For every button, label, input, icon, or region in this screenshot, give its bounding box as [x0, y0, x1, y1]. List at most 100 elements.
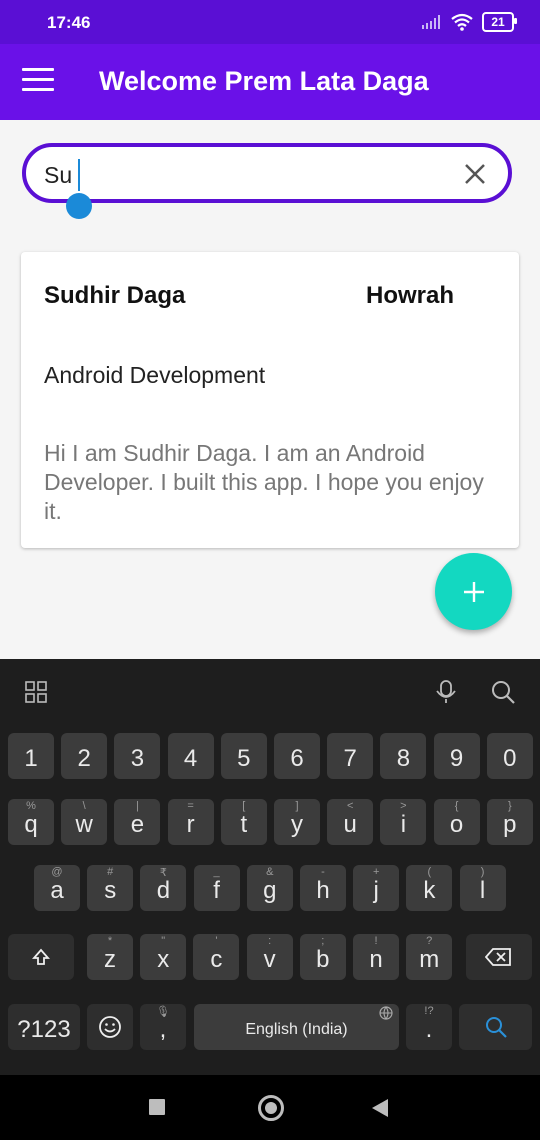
key-j[interactable]: + j: [353, 865, 400, 911]
key-label: h: [316, 877, 330, 904]
key-5[interactable]: 5: [220, 733, 267, 779]
close-icon[interactable]: [464, 163, 486, 185]
status-bar: 17:46 21: [0, 0, 540, 44]
key-b[interactable]: ; b: [299, 934, 346, 980]
card-name: Sudhir Daga: [44, 282, 186, 309]
key-4[interactable]: 4: [167, 733, 214, 779]
key-label: d: [156, 877, 171, 904]
key-i[interactable]: > i: [380, 799, 427, 845]
status-icons: 21: [422, 12, 517, 32]
battery-level: 21: [491, 15, 505, 29]
battery-icon: 21: [482, 12, 517, 32]
backspace-icon: [485, 948, 511, 966]
key-label: c: [210, 946, 223, 973]
cursor-handle[interactable]: [66, 193, 92, 219]
key-label: e: [130, 811, 145, 838]
page-title: Welcome Prem Lata Daga: [99, 66, 429, 96]
emoji-icon: [99, 1016, 121, 1038]
key-label: g: [263, 877, 277, 904]
key-label: 5: [237, 745, 251, 772]
key-label: x: [157, 946, 170, 973]
key-label: u: [343, 811, 357, 838]
key-label: f: [213, 877, 220, 904]
key-a[interactable]: @ a: [34, 865, 80, 911]
add-button[interactable]: [435, 553, 512, 630]
status-time: 17:46: [47, 13, 91, 32]
key-9[interactable]: 9: [433, 733, 480, 779]
space-key[interactable]: English (India): [194, 1004, 399, 1050]
key-r[interactable]: = r: [167, 799, 214, 845]
search-icon: [485, 1017, 507, 1038]
key-label: 7: [343, 745, 357, 772]
back-button[interactable]: [372, 1099, 388, 1117]
key-label: k: [423, 877, 436, 904]
key-8[interactable]: 8: [380, 733, 427, 779]
recents-button[interactable]: [149, 1099, 165, 1115]
key-label: 3: [130, 745, 145, 772]
key-x[interactable]: " x: [140, 934, 187, 980]
key-label: t: [240, 811, 248, 838]
card-skill: Android Development: [44, 362, 266, 388]
key-label: l: [479, 877, 486, 904]
key-label: s: [104, 877, 117, 904]
key-label: 4: [183, 745, 198, 772]
key-e[interactable]: | e: [114, 799, 161, 845]
key-h[interactable]: -h: [300, 865, 346, 911]
key-label: n: [369, 946, 383, 973]
comma-key[interactable]: 🎙,: [140, 1004, 186, 1050]
key-label: .: [425, 1016, 433, 1043]
key-u[interactable]: < u: [327, 799, 374, 845]
key-z[interactable]: * z: [87, 934, 133, 980]
key-g[interactable]: & g: [246, 865, 293, 911]
key-c[interactable]: ' c: [193, 934, 240, 980]
key-l[interactable]: ) l: [459, 865, 506, 911]
key-3[interactable]: 3: [114, 733, 161, 779]
home-button[interactable]: [258, 1095, 284, 1121]
key-label: ,: [159, 1016, 167, 1043]
key-o[interactable]: {o: [433, 799, 480, 845]
app-bar: Welcome Prem Lata Daga: [0, 44, 540, 120]
search-input[interactable]: [44, 157, 444, 193]
key-p[interactable]: } p: [486, 799, 533, 845]
backspace-key[interactable]: [466, 934, 532, 980]
microphone-icon[interactable]: [434, 679, 458, 705]
key-0[interactable]: 0: [486, 733, 533, 779]
key-6[interactable]: 6: [274, 733, 320, 779]
key-f[interactable]: _ f: [193, 865, 240, 911]
key-label: p: [503, 811, 517, 838]
key-label: i: [400, 811, 407, 838]
search-box[interactable]: [22, 143, 512, 219]
keyboard: 1 2 3 4 5 6 7 8 9 0 % q \ w | e = r[t] y < u > i{o} p @ a # s ₹ d _ f & g…: [0, 659, 540, 1075]
key-q[interactable]: % q: [8, 799, 54, 845]
key-t[interactable]: [t: [220, 799, 267, 845]
key-n[interactable]: ! n: [353, 934, 399, 980]
wifi-icon: [451, 13, 473, 31]
key-label: 1: [24, 745, 38, 772]
menu-icon[interactable]: [22, 68, 54, 96]
apps-grid-icon[interactable]: [25, 681, 47, 703]
key-2[interactable]: 2: [61, 733, 108, 779]
key-s[interactable]: # s: [87, 865, 134, 911]
symbols-key[interactable]: ?123: [8, 1004, 80, 1050]
period-key[interactable]: !?.: [406, 1004, 452, 1050]
key-v[interactable]: :v: [246, 934, 293, 980]
key-w[interactable]: \ w: [61, 799, 108, 845]
card-description: Hi I am Sudhir Daga. I am an Android Dev…: [44, 440, 484, 524]
key-7[interactable]: 7: [327, 733, 374, 779]
emoji-key[interactable]: [87, 1004, 133, 1050]
key-label: 8: [396, 745, 411, 772]
key-label: 0: [503, 745, 517, 772]
key-y[interactable]: ] y: [274, 799, 320, 845]
signal-icon: [422, 15, 440, 29]
key-label: w: [75, 811, 93, 838]
search-icon[interactable]: [490, 679, 516, 705]
key-k[interactable]: (k: [406, 865, 453, 911]
key-d[interactable]: ₹ d: [140, 865, 187, 911]
profile-card[interactable]: Sudhir Daga Howrah Android Development H…: [21, 252, 519, 548]
key-label: 9: [449, 745, 464, 772]
shift-key[interactable]: [8, 934, 74, 980]
key-1[interactable]: 1: [8, 733, 54, 779]
search-action-key[interactable]: [459, 1004, 532, 1050]
key-m[interactable]: ? m: [406, 934, 453, 980]
key-label: v: [263, 946, 276, 973]
